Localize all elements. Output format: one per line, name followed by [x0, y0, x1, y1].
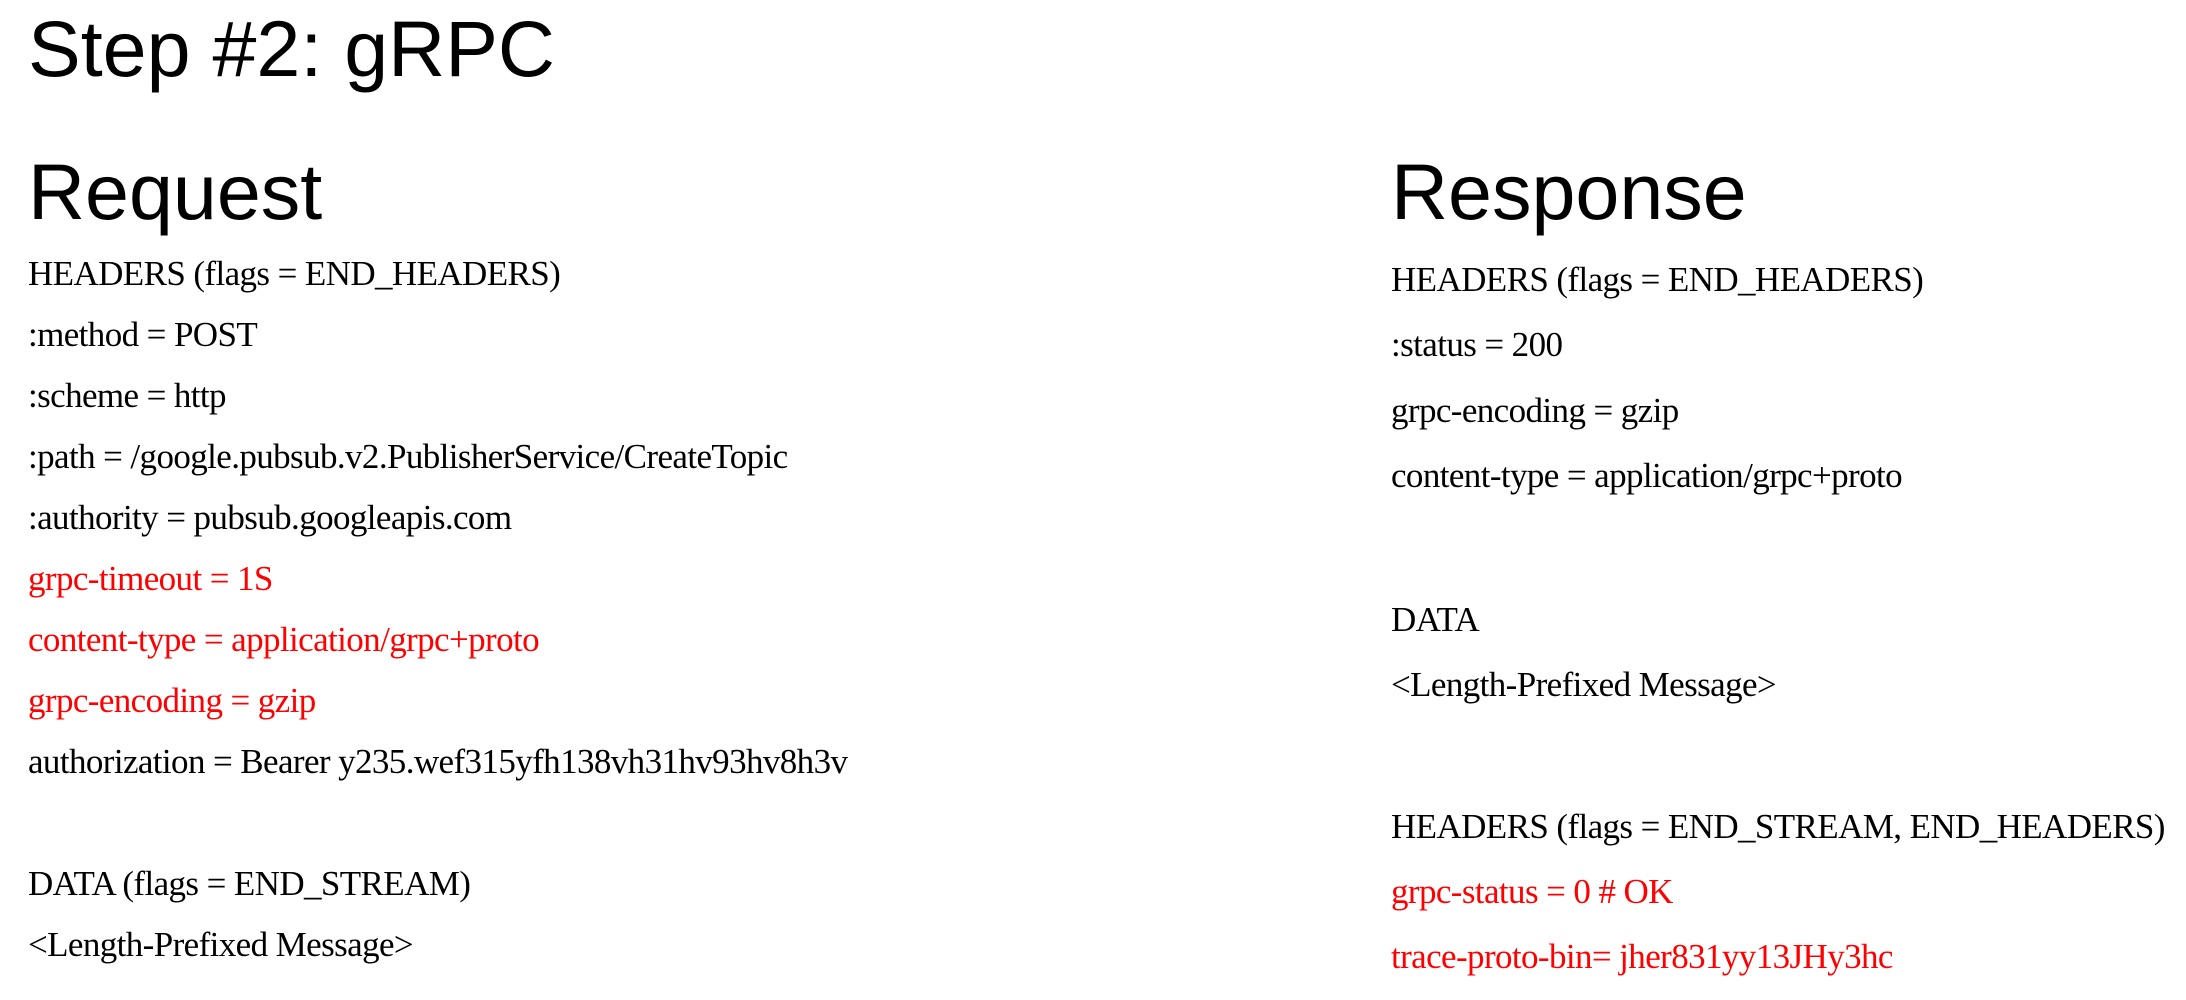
response-line-trace-proto-bin: trace-proto-bin= jher831yy13JHy3hc — [1391, 937, 1893, 976]
response-line-status: :status = 200 — [1391, 325, 1563, 364]
request-line-data: DATA (flags = END_STREAM) — [28, 864, 471, 903]
response-line-grpc-encoding: grpc-encoding = gzip — [1391, 391, 1679, 430]
response-line-grpc-status: grpc-status = 0 # OK — [1391, 872, 1673, 911]
request-line-authority: :authority = pubsub.googleapis.com — [28, 498, 512, 537]
request-heading: Request — [28, 147, 323, 236]
response-heading: Response — [1391, 147, 1747, 236]
response-line-headers: HEADERS (flags = END_HEADERS) — [1391, 260, 1924, 299]
request-line-authorization: authorization = Bearer y235.wef315yfh138… — [28, 742, 848, 781]
request-line-grpc-encoding: grpc-encoding = gzip — [28, 681, 316, 720]
request-line-content-type: content-type = application/grpc+proto — [28, 620, 540, 659]
request-line-grpc-timeout: grpc-timeout = 1S — [28, 559, 273, 598]
request-line-headers: HEADERS (flags = END_HEADERS) — [28, 254, 561, 293]
slide-title: Step #2: gRPC — [28, 4, 555, 93]
response-line-trailers: HEADERS (flags = END_STREAM, END_HEADERS… — [1391, 807, 2165, 846]
request-line-path: :path = /google.pubsub.v2.PublisherServi… — [28, 437, 788, 476]
response-line-data: DATA — [1391, 600, 1480, 639]
request-line-method: :method = POST — [28, 315, 258, 354]
response-line-content-type: content-type = application/grpc+proto — [1391, 456, 1903, 495]
request-line-message: <Length-Prefixed Message> — [28, 925, 414, 964]
request-line-scheme: :scheme = http — [28, 376, 227, 415]
response-line-message: <Length-Prefixed Message> — [1391, 665, 1777, 704]
